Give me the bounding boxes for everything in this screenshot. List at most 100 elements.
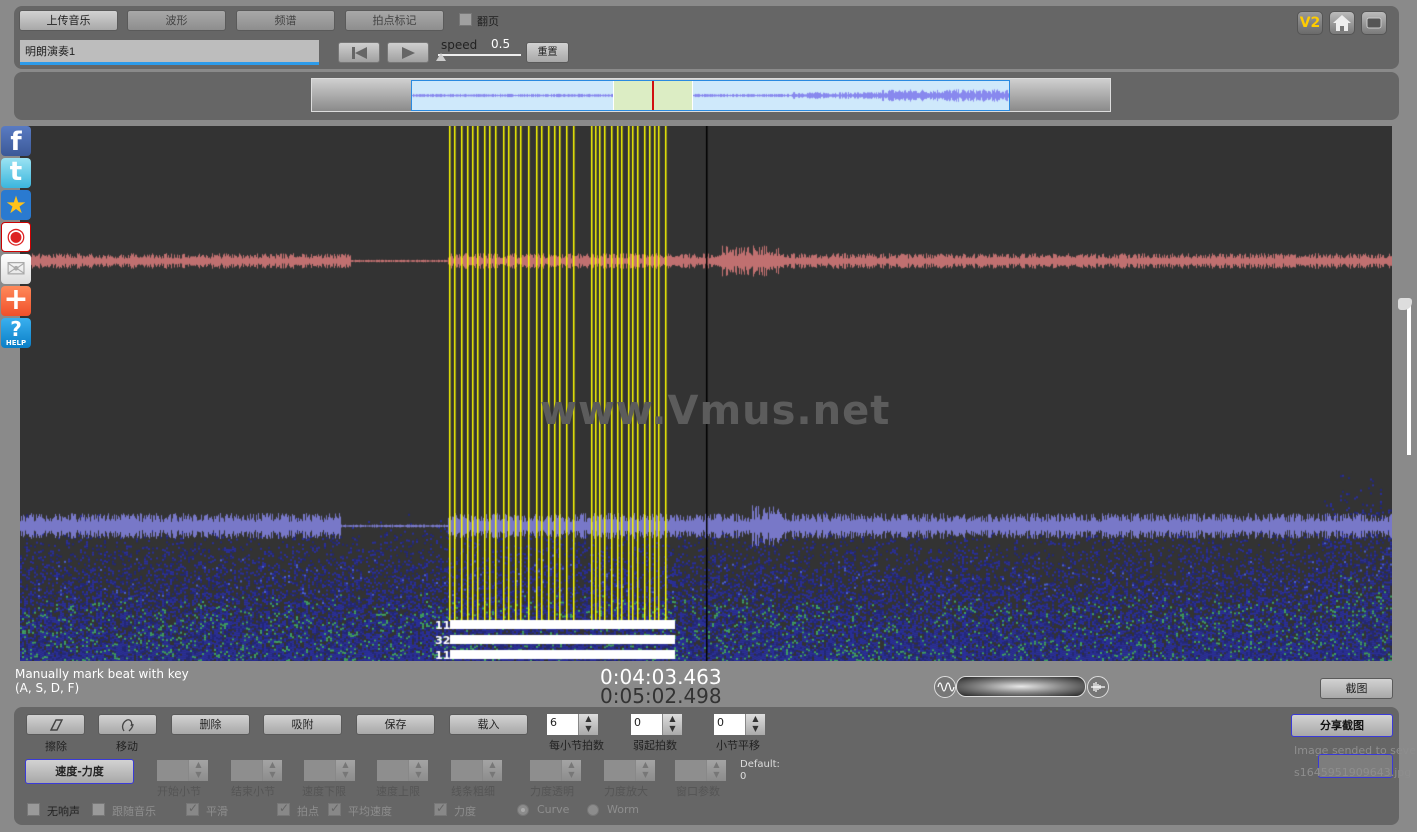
spin-up-icon[interactable]: ▲ — [746, 714, 765, 724]
spin-down-icon[interactable]: ▼ — [746, 724, 765, 734]
line-width-label: 线条粗细 — [451, 785, 495, 798]
home-glyph-icon — [1333, 15, 1351, 31]
twitter-icon[interactable]: t — [1, 158, 31, 188]
vertical-zoom-track[interactable] — [1407, 305, 1411, 455]
waveform-mode-icon[interactable] — [934, 676, 956, 698]
waveform-spectrogram-view[interactable]: www.Vmus.net — [20, 126, 1392, 661]
tempo-min-spinner[interactable]: ▲ ▼ — [304, 760, 355, 781]
weibo-glyph: ◉ — [6, 224, 26, 249]
sine-wave-icon — [937, 682, 955, 692]
spin-down-icon[interactable]: ▼ — [579, 724, 598, 734]
line-width-spinner[interactable]: ▲ ▼ — [451, 760, 502, 781]
dynamics-checkbox[interactable] — [434, 801, 447, 816]
audio-wave-icon — [1091, 682, 1105, 692]
worm-radio[interactable] — [587, 804, 599, 816]
facebook-glyph: f — [10, 127, 22, 157]
reset-button[interactable]: 重置 — [526, 42, 569, 63]
overview-bar[interactable] — [311, 78, 1111, 112]
avg-tempo-checkbox[interactable] — [328, 801, 341, 816]
no-click-label: 无响声 — [47, 805, 80, 818]
spin-up-icon[interactable]: ▲ — [579, 714, 598, 724]
overview-playhead[interactable] — [652, 81, 654, 110]
beats-per-bar-label: 每小节拍数 — [549, 739, 604, 752]
start-bar-spinner[interactable]: ▲ ▼ — [157, 760, 208, 781]
beats-per-bar-spinner[interactable]: 6 ▲ ▼ — [547, 714, 598, 735]
follow-music-checkbox[interactable] — [92, 803, 105, 816]
mix-slider[interactable] — [956, 676, 1086, 697]
end-bar-spinner[interactable]: ▲ ▼ — [231, 760, 282, 781]
play-button[interactable] — [387, 42, 429, 63]
bar-offset-value[interactable]: 0 — [714, 714, 745, 735]
title-input[interactable] — [20, 40, 319, 65]
save-button[interactable]: 保存 — [356, 714, 435, 735]
help-icon[interactable]: ? HELP — [1, 318, 31, 348]
dynamics-opacity-spinner[interactable]: ▲ ▼ — [530, 760, 581, 781]
snap-button[interactable]: 吸附 — [263, 714, 342, 735]
email-glyph: ✉ — [5, 255, 27, 283]
speed-slider[interactable] — [438, 54, 521, 56]
add-share-icon[interactable]: + — [1, 285, 31, 316]
overview-visible-window[interactable] — [411, 80, 1010, 111]
email-icon[interactable]: ✉ — [1, 254, 31, 284]
tempo-min-label: 速度下限 — [302, 785, 346, 798]
beat-label: 拍点 — [297, 805, 319, 818]
end-bar-label: 结束小节 — [231, 785, 275, 798]
qzone-icon[interactable]: ★ — [1, 190, 31, 220]
share-filename: s1645951909643.jpg — [1294, 766, 1412, 779]
hint-line1: Manually mark beat with key — [15, 667, 189, 681]
pickup-beats-value[interactable]: 0 — [631, 714, 662, 735]
flip-page-checkbox[interactable] — [459, 13, 472, 26]
no-click-checkbox[interactable] — [27, 803, 40, 816]
eraser-icon — [49, 719, 63, 731]
spin-up-icon[interactable]: ▲ — [663, 714, 682, 724]
tempo-dynamics-button[interactable]: 速度-力度 — [25, 759, 134, 784]
spectrum-mode-icon[interactable] — [1087, 676, 1109, 698]
dynamics-scale-label: 力度放大 — [604, 785, 648, 798]
dynamics-scale-spinner[interactable]: ▲ ▼ — [604, 760, 655, 781]
spectrum-button[interactable]: 频谱 — [236, 10, 335, 31]
rewind-button[interactable] — [338, 42, 380, 63]
smooth-checkbox[interactable] — [186, 801, 199, 816]
speed-slider-thumb[interactable] — [436, 53, 446, 61]
waveform-button[interactable]: 波形 — [127, 10, 226, 31]
window-param-spinner[interactable]: ▲ ▼ — [675, 760, 726, 781]
skip-start-icon — [352, 47, 367, 59]
default-value: 0 — [740, 771, 747, 782]
move-tool-button[interactable] — [98, 714, 157, 735]
watermark: www.Vmus.net — [540, 388, 891, 434]
follow-music-label: 跟随音乐 — [112, 805, 156, 818]
curve-label: Curve — [537, 803, 570, 816]
tempo-max-label: 速度上限 — [376, 785, 420, 798]
tempo-max-spinner[interactable]: ▲ ▼ — [377, 760, 428, 781]
delete-button[interactable]: 删除 — [171, 714, 250, 735]
dynamics-opacity-label: 力度透明 — [530, 785, 574, 798]
eraser-label: 擦除 — [45, 740, 67, 753]
share-screenshot-button[interactable]: 分享截图 — [1291, 714, 1393, 737]
facebook-icon[interactable]: f — [1, 126, 31, 157]
beats-per-bar-value[interactable]: 6 — [547, 714, 578, 735]
fullscreen-icon[interactable] — [1361, 11, 1387, 35]
beat-checkbox[interactable] — [277, 801, 290, 816]
eraser-tool-button[interactable] — [26, 714, 85, 735]
load-button[interactable]: 载入 — [449, 714, 528, 735]
window-param-label: 窗口参数 — [676, 785, 720, 798]
speed-value: 0.5 — [491, 37, 511, 51]
fullscreen-glyph-icon — [1366, 17, 1382, 29]
worm-label: Worm — [607, 803, 640, 816]
move-hand-icon — [121, 719, 134, 732]
home-icon[interactable] — [1329, 11, 1355, 35]
v2-icon[interactable]: V2 — [1297, 11, 1323, 35]
upload-music-button[interactable]: 上传音乐 — [19, 10, 118, 31]
weibo-icon[interactable]: ◉ — [1, 222, 31, 252]
pickup-beats-label: 弱起拍数 — [633, 739, 677, 752]
spin-down-icon[interactable]: ▼ — [663, 724, 682, 734]
beat-mark-button[interactable]: 拍点标记 — [345, 10, 444, 31]
pickup-beats-spinner[interactable]: 0 ▲ ▼ — [631, 714, 682, 735]
default-label: Default: — [740, 759, 780, 770]
v2-label: V2 — [1299, 15, 1321, 31]
move-label: 移动 — [116, 740, 138, 753]
overview-waveform — [412, 81, 1009, 110]
screenshot-button[interactable]: 截图 — [1320, 678, 1393, 699]
bar-offset-spinner[interactable]: 0 ▲ ▼ — [714, 714, 765, 735]
curve-radio[interactable] — [517, 804, 529, 816]
